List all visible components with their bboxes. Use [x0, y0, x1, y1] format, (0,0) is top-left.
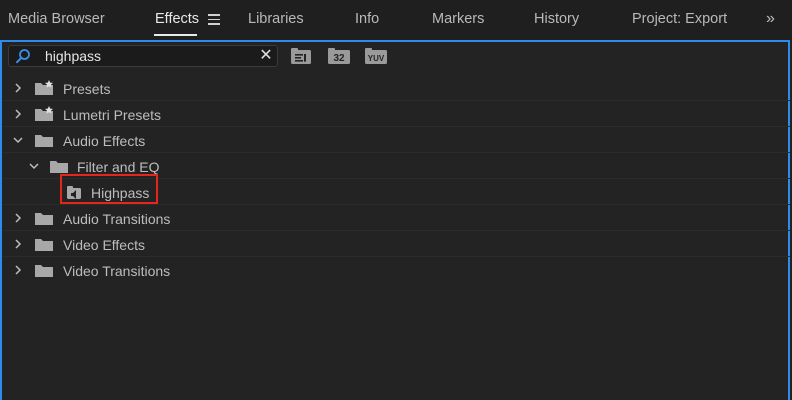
tree-row-audio-effects[interactable]: Audio Effects: [2, 128, 790, 153]
tree-label: Lumetri Presets: [63, 107, 162, 123]
chevron-right-icon[interactable]: [12, 238, 24, 250]
tab-media-browser[interactable]: Media Browser: [8, 11, 105, 27]
tree-label: Audio Effects: [63, 133, 146, 149]
chevron-down-icon[interactable]: [12, 134, 24, 146]
tree-row-audio-transitions[interactable]: Audio Transitions: [2, 206, 790, 231]
tree-row-lumetri-presets[interactable]: Lumetri Presets: [2, 102, 790, 127]
tab-project-export[interactable]: Project: Export: [632, 11, 727, 27]
yuv-icon[interactable]: YUV: [364, 46, 388, 66]
star-folder-icon: [35, 106, 53, 121]
active-tab-indicator: [154, 34, 197, 36]
tree-label: Filter and EQ: [77, 159, 160, 175]
tree-row-video-transitions[interactable]: Video Transitions: [2, 258, 790, 283]
folder-icon: [35, 135, 53, 147]
close-icon[interactable]: ✕: [259, 48, 273, 64]
chevron-right-icon[interactable]: [12, 212, 24, 224]
tree-label: Video Transitions: [63, 263, 171, 279]
chevron-double-right-icon[interactable]: »: [766, 10, 775, 28]
folder-icon: [35, 213, 53, 225]
chevron-right-icon[interactable]: [12, 264, 24, 276]
folder-icon: [35, 239, 53, 251]
folder-icon: [35, 265, 53, 277]
32-bit-label: 32: [333, 53, 345, 64]
accelerated-effects-icon[interactable]: [289, 46, 313, 66]
search-input[interactable]: [45, 46, 255, 66]
yuv-label: YUV: [368, 54, 385, 63]
chevron-right-icon[interactable]: [12, 82, 24, 94]
effects-panel: Media Browser Effects Libraries Info Mar…: [0, 0, 792, 400]
tree-label: Audio Transitions: [63, 211, 171, 227]
tab-effects[interactable]: Effects: [155, 11, 199, 27]
tab-libraries[interactable]: Libraries: [248, 11, 304, 27]
32-bit-icon[interactable]: 32: [327, 46, 351, 66]
search-field[interactable]: ✕: [8, 45, 278, 67]
folder-icon: [50, 161, 68, 173]
tree-row-video-effects[interactable]: Video Effects: [2, 232, 790, 257]
chevron-right-icon[interactable]: [12, 108, 24, 120]
tree-row-presets[interactable]: Presets: [2, 76, 790, 101]
hamburger-menu-icon[interactable]: [208, 14, 220, 25]
tab-info[interactable]: Info: [355, 11, 379, 27]
tab-markers[interactable]: Markers: [432, 11, 484, 27]
star-folder-icon: [35, 80, 53, 95]
panel-tab-bar: Media Browser Effects Libraries Info Mar…: [0, 0, 792, 40]
tab-history[interactable]: History: [534, 11, 579, 27]
search-icon: [16, 49, 30, 64]
tree-label: Presets: [63, 81, 111, 97]
chevron-down-icon[interactable]: [28, 160, 40, 172]
tree-label: Video Effects: [63, 237, 145, 253]
highlight-annotation: [60, 174, 158, 204]
